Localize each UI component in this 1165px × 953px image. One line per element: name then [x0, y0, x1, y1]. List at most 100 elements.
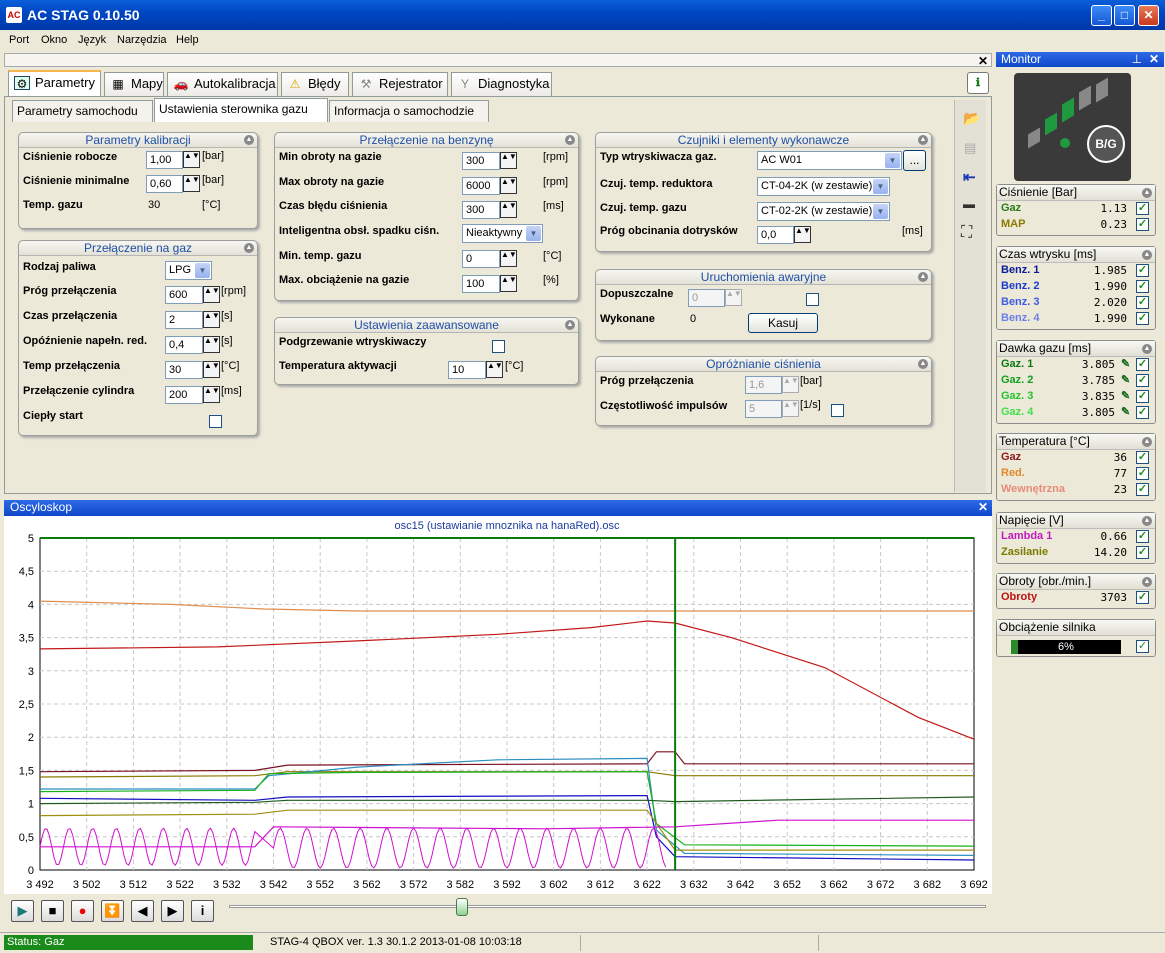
- menu-help[interactable]: Help: [176, 34, 199, 46]
- oscilloscope-chart[interactable]: osc15 (ustawianie mnoznika na hanaRed).o…: [4, 516, 992, 894]
- spin-button[interactable]: ▲▼: [183, 175, 200, 192]
- cylinder-switch-input[interactable]: 200: [165, 386, 203, 404]
- min-gas-temp-input[interactable]: 0: [462, 250, 500, 268]
- switch-indicator[interactable]: B/G: [1014, 73, 1131, 181]
- spin-button[interactable]: ▲▼: [500, 152, 517, 169]
- row-checkbox[interactable]: ✓: [1136, 280, 1149, 293]
- collapse-icon[interactable]: ▲: [918, 272, 928, 282]
- spin-button[interactable]: ▲▼: [203, 311, 220, 328]
- activation-temp-input[interactable]: 10: [448, 361, 486, 379]
- chevron-down-icon[interactable]: ▼: [873, 204, 888, 219]
- row-checkbox[interactable]: ✓: [1136, 264, 1149, 277]
- tab-mapy[interactable]: ▦ Mapy: [104, 72, 164, 96]
- spin-button[interactable]: ▲▼: [500, 250, 517, 267]
- step-forward-icon[interactable]: ▶: [161, 900, 184, 922]
- collapse-icon[interactable]: ▲: [244, 135, 254, 145]
- menu-port[interactable]: Port: [9, 34, 29, 46]
- spin-button[interactable]: ▲▼: [782, 376, 799, 393]
- download-icon[interactable]: ⏬: [101, 900, 124, 922]
- spin-button[interactable]: ▲▼: [203, 386, 220, 403]
- row-checkbox[interactable]: ✓: [1136, 202, 1149, 215]
- close-oscilloscope-icon[interactable]: ✕: [978, 500, 988, 515]
- row-checkbox[interactable]: ✓: [1136, 640, 1149, 653]
- pressure-error-time-input[interactable]: 300: [462, 201, 500, 219]
- menu-jezyk[interactable]: Język: [78, 34, 106, 46]
- more-button[interactable]: ...: [903, 150, 926, 171]
- maximize-button[interactable]: □: [1114, 5, 1135, 26]
- info-icon[interactable]: ℹ: [967, 72, 989, 94]
- chevron-down-icon[interactable]: ▼: [526, 226, 541, 241]
- reset-button[interactable]: Kasuj: [748, 313, 818, 333]
- import-icon[interactable]: ⇤: [963, 168, 976, 186]
- open-folder-icon[interactable]: 📂: [963, 110, 980, 127]
- max-rpm-input[interactable]: 6000: [462, 177, 500, 195]
- info-icon[interactable]: i: [191, 900, 214, 922]
- spin-button[interactable]: ▲▼: [500, 177, 517, 194]
- collapse-icon[interactable]: ▲: [1142, 188, 1152, 198]
- tab-bledy[interactable]: ⚠ Błędy: [281, 72, 349, 96]
- spin-button[interactable]: ▲▼: [203, 336, 220, 353]
- pin-icon[interactable]: ⊥: [1132, 52, 1142, 66]
- injector-heating-checkbox[interactable]: [492, 340, 505, 353]
- row-checkbox[interactable]: ✓: [1136, 390, 1149, 403]
- collapse-icon[interactable]: ▲: [244, 243, 254, 253]
- row-checkbox[interactable]: ✓: [1136, 296, 1149, 309]
- row-checkbox[interactable]: ✓: [1136, 312, 1149, 325]
- tab-parametry[interactable]: ⚙ Parametry: [8, 70, 101, 96]
- row-checkbox[interactable]: ✓: [1136, 546, 1149, 559]
- collapse-icon[interactable]: ▲: [565, 135, 575, 145]
- collapse-icon[interactable]: ▲: [918, 359, 928, 369]
- spin-button[interactable]: ▲▼: [782, 400, 799, 417]
- menu-okno[interactable]: Okno: [41, 34, 67, 46]
- tab-rejestrator[interactable]: ⚒ Rejestrator: [352, 72, 448, 96]
- menu-narzedzia[interactable]: Narzędzia: [117, 34, 167, 46]
- pulse-frequency-input[interactable]: 5: [745, 400, 782, 418]
- row-checkbox[interactable]: ✓: [1136, 591, 1149, 604]
- close-document-icon[interactable]: ✕: [978, 54, 988, 68]
- spin-button[interactable]: ▲▼: [203, 361, 220, 378]
- collapse-icon[interactable]: ▲: [918, 135, 928, 145]
- collapse-icon[interactable]: ▲: [1142, 437, 1152, 447]
- title-bar[interactable]: AC AC STAG 0.10.50 _ □ ✕: [0, 0, 1165, 30]
- intelligent-pressure-select[interactable]: Nieaktywny ▼: [462, 224, 543, 243]
- tab-diagnostyka[interactable]: Y Diagnostyka: [451, 72, 552, 96]
- min-rpm-input[interactable]: 300: [462, 152, 500, 170]
- spin-button[interactable]: ▲▼: [203, 286, 220, 303]
- close-monitor-icon[interactable]: ✕: [1149, 52, 1159, 66]
- allowed-starts-input[interactable]: 0: [688, 289, 725, 307]
- row-checkbox[interactable]: ✓: [1136, 374, 1149, 387]
- min-pressure-input[interactable]: 0,60: [146, 175, 183, 193]
- chip-icon[interactable]: ▬: [963, 197, 975, 211]
- row-checkbox[interactable]: ✓: [1136, 218, 1149, 231]
- warm-start-checkbox[interactable]: [209, 415, 222, 428]
- collapse-icon[interactable]: ▲: [1142, 577, 1152, 587]
- bg-button[interactable]: B/G: [1087, 125, 1125, 163]
- pulse-checkbox[interactable]: [831, 404, 844, 417]
- switch-temp-input[interactable]: 30: [165, 361, 203, 379]
- minimize-button[interactable]: _: [1091, 5, 1112, 26]
- gas-sensor-select[interactable]: CT-02-2K (w zestawie) ▼: [757, 202, 890, 221]
- collapse-icon[interactable]: ▲: [1142, 344, 1152, 354]
- row-checkbox[interactable]: ✓: [1136, 451, 1149, 464]
- spin-button[interactable]: ▲▼: [725, 289, 742, 306]
- timeline-track[interactable]: [229, 905, 986, 908]
- spin-button[interactable]: ▲▼: [500, 275, 517, 292]
- stop-icon[interactable]: ■: [41, 900, 64, 922]
- switch-time-input[interactable]: 2: [165, 311, 203, 329]
- chevron-down-icon[interactable]: ▼: [885, 153, 900, 168]
- fuel-type-select[interactable]: LPG ▼: [165, 261, 212, 280]
- chevron-down-icon[interactable]: ▼: [873, 179, 888, 194]
- chevron-down-icon[interactable]: ▼: [195, 263, 210, 278]
- tab-autokalibracja[interactable]: 🚗 Autokalibracja: [167, 72, 278, 96]
- save-icon[interactable]: ▤: [964, 140, 976, 156]
- reducer-sensor-select[interactable]: CT-04-2K (w zestawie) ▼: [757, 177, 890, 196]
- row-checkbox[interactable]: ✓: [1136, 358, 1149, 371]
- subtab-parametry-samochodu[interactable]: Parametry samochodu: [12, 100, 153, 122]
- subtab-ustawienia-sterownika[interactable]: Ustawienia sterownika gazu: [154, 98, 328, 122]
- record-icon[interactable]: ●: [71, 900, 94, 922]
- emergency-start-checkbox[interactable]: [806, 293, 819, 306]
- collapse-icon[interactable]: ▲: [565, 320, 575, 330]
- release-threshold-input[interactable]: 1,6: [745, 376, 782, 394]
- timeline-slider[interactable]: [456, 898, 468, 916]
- row-checkbox[interactable]: ✓: [1136, 530, 1149, 543]
